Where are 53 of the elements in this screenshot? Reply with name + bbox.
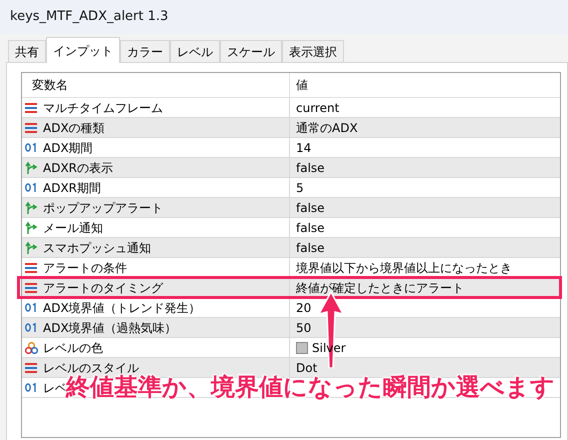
parameter-value: 20 [296,300,312,316]
list-icon [25,282,37,292]
parameter-name: メール通知 [43,220,103,236]
parameter-value: false [296,220,325,236]
parameter-name: レベ [43,380,67,394]
tab[interactable]: 共有 [8,40,46,62]
parameter-value: 境界値以下から境界値以上になったとき [296,260,512,276]
parameter-name: ADX境界値（過熱気味） [43,320,177,336]
parameter-value: false [296,200,325,216]
parameter-value: 5 [296,180,304,196]
parameter-name: ADX境界値（トレンド発生） [43,300,201,316]
integer-icon [25,383,37,392]
annotation-text: 終値基準か、境界値になった瞬間か選べます [66,375,555,399]
parameter-value: false [296,160,325,176]
parameter-value: false [296,240,325,256]
parameter-name: レベルの色 [43,340,103,356]
parameter-name: ADXの種類 [43,120,105,136]
parameter-value: 14 [296,140,312,156]
tab[interactable]: カラー [120,40,170,62]
parameter-name: レベルのスタイル [43,360,139,374]
tab[interactable]: レベル [170,40,220,62]
integer-icon [25,323,37,332]
parameter-value: 終値が確定したときにアラート [296,280,464,296]
parameter-value: current [296,100,340,116]
parameter-value: 50 [296,320,312,336]
list-icon [25,102,37,112]
parameter-name: ADXR期間 [43,180,102,196]
branch-arrow-icon [24,201,38,214]
branch-arrow-icon [24,161,38,174]
column-header: 値 [295,77,309,94]
parameter-name: ADX期間 [43,140,93,156]
parameter-name: マルチタイムフレーム [43,100,163,116]
parameter-value: 通常のADX [296,120,358,136]
parameter-name: アラートの条件 [43,260,127,276]
parameter-name: ポップアップアラート [43,200,163,216]
color-circles-icon [24,342,38,354]
branch-arrow-icon [24,241,38,254]
parameter-name: スマホプッシュ通知 [43,240,151,256]
list-icon [25,122,37,132]
parameter-name: ADXRの表示 [43,160,114,176]
tab[interactable]: スケール [220,40,282,62]
branch-arrow-icon [24,221,38,234]
column-header: 変数名 [22,73,290,97]
integer-icon [25,143,37,152]
parameter-value: Dot [296,360,318,376]
integer-icon [25,183,37,192]
list-icon [25,262,37,272]
tab[interactable]: 表示選択 [282,40,344,62]
integer-icon [25,303,37,312]
window-title: keys_MTF_ADX_alert 1.3 [10,8,168,26]
list-icon [25,362,37,372]
tab[interactable]: インプット [46,37,120,63]
parameter-name: アラートのタイミング [43,280,163,296]
